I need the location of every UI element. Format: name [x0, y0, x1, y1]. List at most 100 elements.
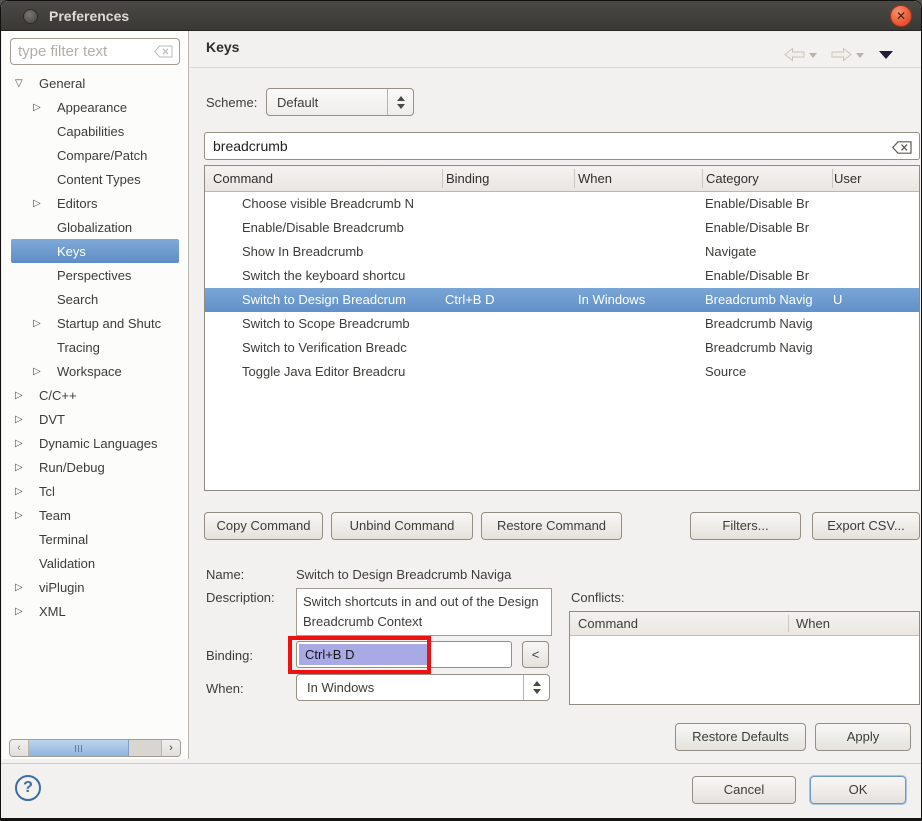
apply-button[interactable]: Apply	[815, 723, 911, 751]
sidebar-item-run-debug[interactable]: ▷Run/Debug	[11, 455, 179, 479]
sidebar-item-label: Dynamic Languages	[39, 436, 158, 451]
sidebar-item-keys[interactable]: Keys	[11, 239, 179, 263]
export-csv-button[interactable]: Export CSV...	[812, 512, 920, 540]
scrollbar-thumb[interactable]	[29, 740, 129, 756]
sidebar-item-tcl[interactable]: ▷Tcl	[11, 479, 179, 503]
cell-command: Toggle Java Editor Breadcru	[242, 360, 441, 384]
table-row[interactable]: Switch to Verification BreadcBreadcrumb …	[205, 336, 919, 360]
table-row[interactable]: Toggle Java Editor Breadcru Source	[205, 360, 919, 384]
tree-collapsed-icon[interactable]: ▷	[33, 198, 49, 209]
tree-collapsed-icon[interactable]: ▷	[15, 414, 31, 425]
search-clear-icon[interactable]	[892, 141, 912, 157]
name-value: Switch to Design Breadcrumb Naviga	[296, 567, 511, 582]
scroll-right-icon[interactable]: ›	[161, 740, 180, 756]
copy-command-button[interactable]: Copy Command	[204, 512, 323, 540]
cell-command: Choose visible Breadcrumb N	[242, 192, 441, 216]
sidebar-item-tracing[interactable]: Tracing	[11, 335, 179, 359]
forward-history-chevron-icon[interactable]	[856, 53, 864, 58]
sidebar-item-appearance[interactable]: ▷Appearance	[11, 95, 179, 119]
preferences-dialog: Preferences ✕ ▽General▷AppearanceCapabil…	[0, 0, 922, 821]
sidebar-horizontal-scrollbar[interactable]: ‹ ›	[9, 739, 181, 757]
view-menu-icon[interactable]	[879, 51, 893, 59]
when-spinner-icon[interactable]	[523, 675, 549, 700]
column-header-user[interactable]: User	[834, 166, 861, 191]
table-row[interactable]: Switch the keyboard shortcuEnable/Disabl…	[205, 264, 919, 288]
sidebar-item-workspace[interactable]: ▷Workspace	[11, 359, 179, 383]
back-icon[interactable]	[784, 47, 805, 65]
sidebar-item-viplugin[interactable]: ▷viPlugin	[11, 575, 179, 599]
conflicts-column-when[interactable]: When	[796, 612, 830, 635]
sidebar-item-content-types[interactable]: Content Types	[11, 167, 179, 191]
column-header-category[interactable]: Category	[706, 166, 759, 191]
sidebar-item-search[interactable]: Search	[11, 287, 179, 311]
description-value: Switch shortcuts in and out of the Desig…	[296, 588, 552, 636]
tree-collapsed-icon[interactable]: ▷	[15, 510, 31, 521]
column-header-command[interactable]: Command	[213, 166, 273, 191]
sidebar-item-general[interactable]: ▽General	[11, 71, 179, 95]
when-select[interactable]: In Windows	[296, 674, 550, 701]
tree-collapsed-icon[interactable]: ▷	[15, 390, 31, 401]
sidebar-item-xml[interactable]: ▷XML	[11, 599, 179, 623]
window-menu-icon[interactable]	[23, 9, 38, 24]
cancel-button[interactable]: Cancel	[692, 776, 796, 804]
table-row[interactable]: Switch to Scope BreadcrumbBreadcrumb Nav…	[205, 312, 919, 336]
sidebar-item-label: DVT	[39, 412, 65, 427]
table-row[interactable]: Switch to Design BreadcrumCtrl+B DIn Win…	[205, 288, 919, 312]
scroll-left-icon[interactable]: ‹	[10, 740, 29, 756]
back-history-chevron-icon[interactable]	[809, 53, 817, 58]
filters-button[interactable]: Filters...	[690, 512, 801, 540]
sidebar-item-label: C/C++	[39, 388, 77, 403]
sidebar-item-editors[interactable]: ▷Editors	[11, 191, 179, 215]
conflicts-column-command[interactable]: Command	[578, 612, 638, 635]
sidebar-item-dvt[interactable]: ▷ DVT	[11, 407, 179, 431]
tree-collapsed-icon[interactable]: ▷	[33, 318, 49, 329]
filter-clear-icon[interactable]	[154, 45, 173, 61]
sidebar-item-label: Validation	[39, 556, 95, 571]
command-search-input[interactable]	[205, 133, 919, 159]
sidebar-item-team[interactable]: ▷Team	[11, 503, 179, 527]
forward-icon[interactable]	[831, 47, 852, 65]
sidebar-item-compare-patch[interactable]: Compare/Patch	[11, 143, 179, 167]
table-row[interactable]: Enable/Disable BreadcrumbEnable/Disable …	[205, 216, 919, 240]
scheme-spinner-icon[interactable]	[387, 89, 413, 115]
keybindings-table: Command Binding When Category User Choos…	[204, 165, 920, 491]
tree-collapsed-icon[interactable]: ▷	[33, 102, 49, 113]
sidebar-item-terminal[interactable]: Terminal	[11, 527, 179, 551]
conflicts-header: Command When	[570, 612, 919, 636]
tree-collapsed-icon[interactable]: ▷	[15, 606, 31, 617]
sidebar-item-label: Keys	[57, 244, 86, 259]
sidebar-item-validation[interactable]: Validation	[11, 551, 179, 575]
sidebar-item-startup-and-shutc[interactable]: ▷Startup and Shutc	[11, 311, 179, 335]
table-row[interactable]: Choose visible Breadcrumb NEnable/Disabl…	[205, 192, 919, 216]
sidebar-item-label: Globalization	[57, 220, 132, 235]
sidebar-item-capabilities[interactable]: Capabilities	[11, 119, 179, 143]
scrollbar-track[interactable]	[129, 740, 161, 756]
sidebar-item-label: Terminal	[39, 532, 88, 547]
column-header-when[interactable]: When	[578, 166, 612, 191]
unbind-command-button[interactable]: Unbind Command	[331, 512, 473, 540]
close-icon[interactable]: ✕	[890, 5, 912, 27]
scheme-select[interactable]: Default	[266, 88, 414, 116]
when-label: When:	[206, 681, 244, 696]
help-button[interactable]: ?	[15, 775, 41, 801]
column-header-binding[interactable]: Binding	[446, 166, 489, 191]
restore-command-button[interactable]: Restore Command	[481, 512, 622, 540]
sidebar-item-perspectives[interactable]: Perspectives	[11, 263, 179, 287]
sidebar-item-dynamic-languages[interactable]: ▷ Dynamic Languages	[11, 431, 179, 455]
sidebar-item-c-c-[interactable]: ▷ C/C++	[11, 383, 179, 407]
binding-field[interactable]: Ctrl+B D	[296, 641, 512, 668]
tree-collapsed-icon[interactable]: ▷	[33, 366, 49, 377]
table-header: Command Binding When Category User	[205, 166, 919, 192]
tree-collapsed-icon[interactable]: ▷	[15, 582, 31, 593]
ok-button[interactable]: OK	[810, 776, 906, 804]
sidebar-item-globalization[interactable]: Globalization	[11, 215, 179, 239]
tree-expanded-icon[interactable]: ▽	[15, 78, 31, 89]
sidebar-item-label: Compare/Patch	[57, 148, 147, 163]
table-row[interactable]: Show In BreadcrumbNavigate	[205, 240, 919, 264]
tree-collapsed-icon[interactable]: ▷	[15, 438, 31, 449]
restore-defaults-button[interactable]: Restore Defaults	[675, 723, 806, 751]
tree-collapsed-icon[interactable]: ▷	[15, 462, 31, 473]
cell-category: Source	[705, 360, 831, 384]
tree-collapsed-icon[interactable]: ▷	[15, 486, 31, 497]
binding-reveal-button[interactable]: <	[522, 641, 549, 668]
